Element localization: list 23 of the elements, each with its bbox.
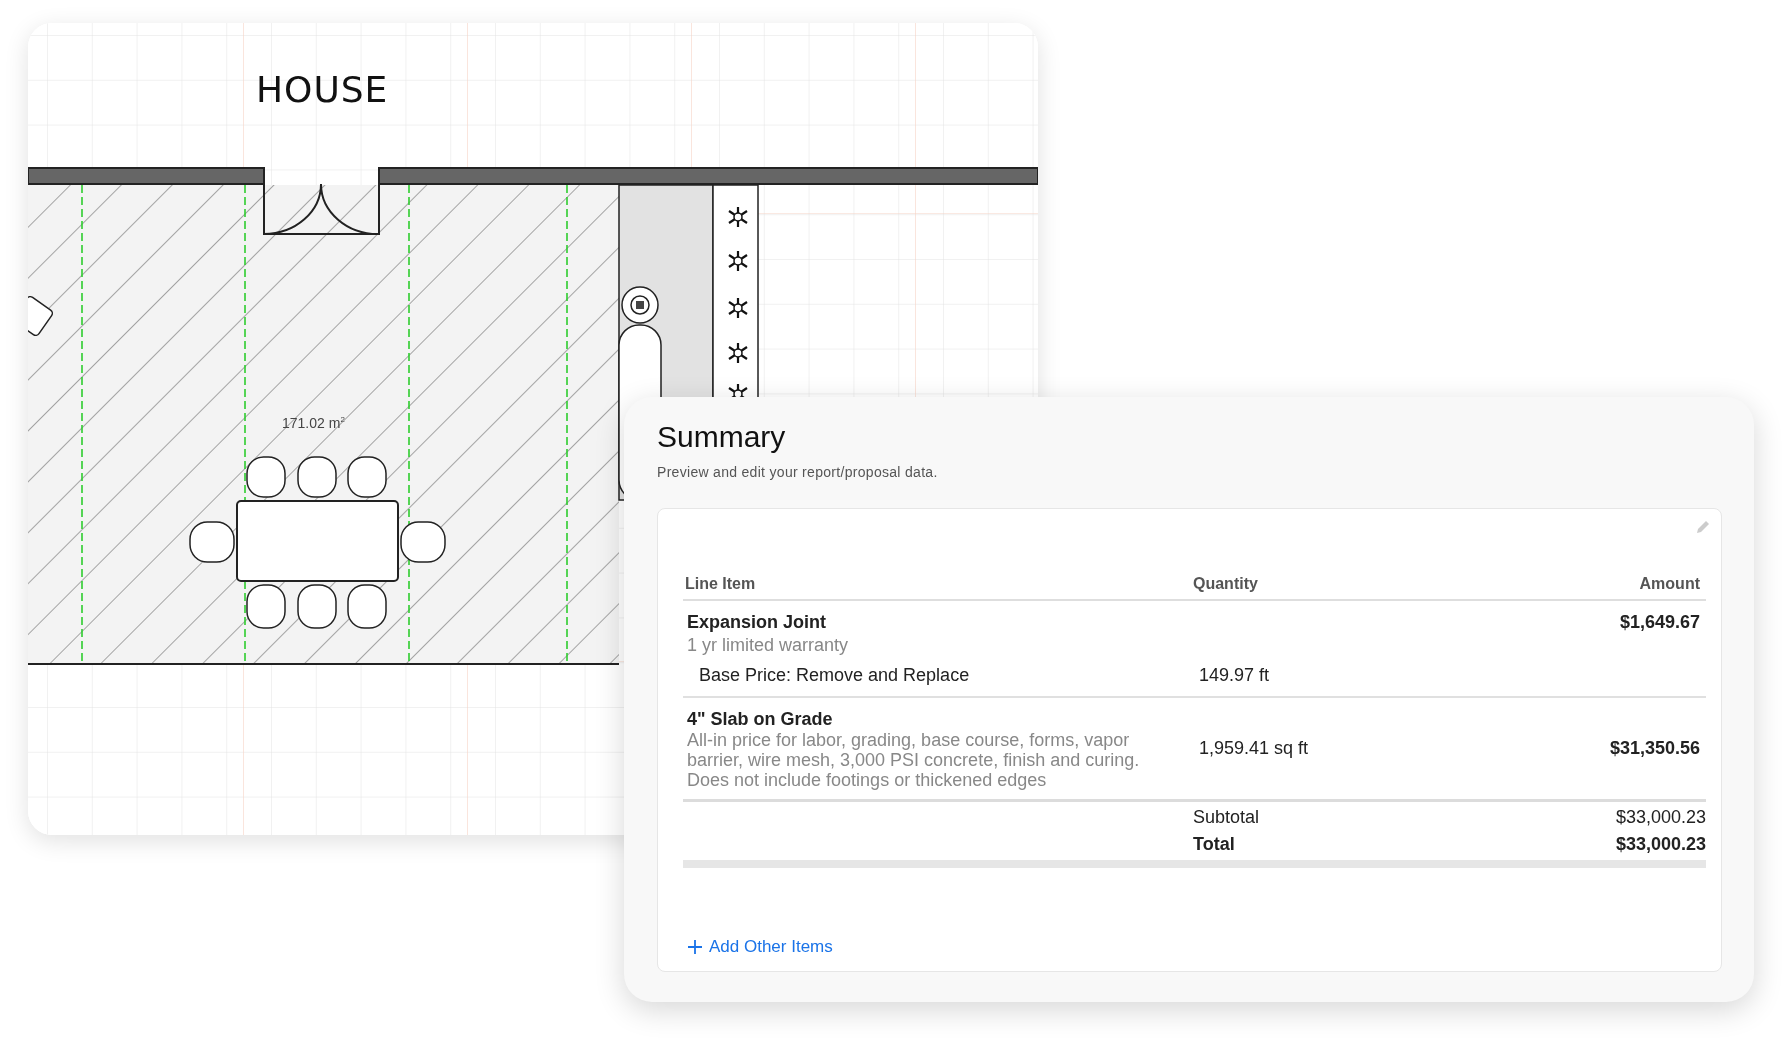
add-items-button[interactable]: Add Other Items	[683, 937, 833, 957]
column-header: Amount	[1506, 575, 1706, 601]
item-description: All-in price for labor, grading, base course, forms, vapor barrier, wire mesh, 3,000 PSI concrete, finish and curing. Does not include footings or thickened edges	[687, 731, 1141, 791]
amount-cell-text: $31,350.56	[1608, 737, 1701, 761]
quantity-cell-text: 149.97 ft	[1198, 664, 1271, 688]
amount-cell-text: $1,649.67	[1618, 611, 1701, 634]
edit-icon[interactable]	[1695, 519, 1711, 535]
item-title: Expansion Joint	[687, 611, 827, 634]
summary-title: Summary	[657, 419, 786, 455]
plan-title: HOUSE	[256, 69, 389, 110]
column-header: Line Item	[683, 575, 1191, 601]
quantity-cell-text: 1,959.41 sq ft	[1198, 737, 1310, 761]
total-label: Subtotal	[1192, 805, 1261, 829]
item-title: 4" Slab on Grade	[687, 707, 833, 731]
sub-item-label: Base Price: Remove and Replace	[698, 664, 971, 688]
column-header: Quantity	[1191, 575, 1506, 601]
total-value: $33,000.23	[1614, 805, 1706, 829]
summary-subtitle: Preview and edit your report/proposal data.	[657, 464, 938, 480]
area-label: 171.02 m$^{2}$	[282, 415, 345, 431]
total-label: Total	[1192, 832, 1236, 856]
item-description: 1 yr limited warranty	[687, 634, 849, 658]
total-value: $33,000.23	[1614, 832, 1706, 856]
plus-icon	[687, 939, 703, 955]
